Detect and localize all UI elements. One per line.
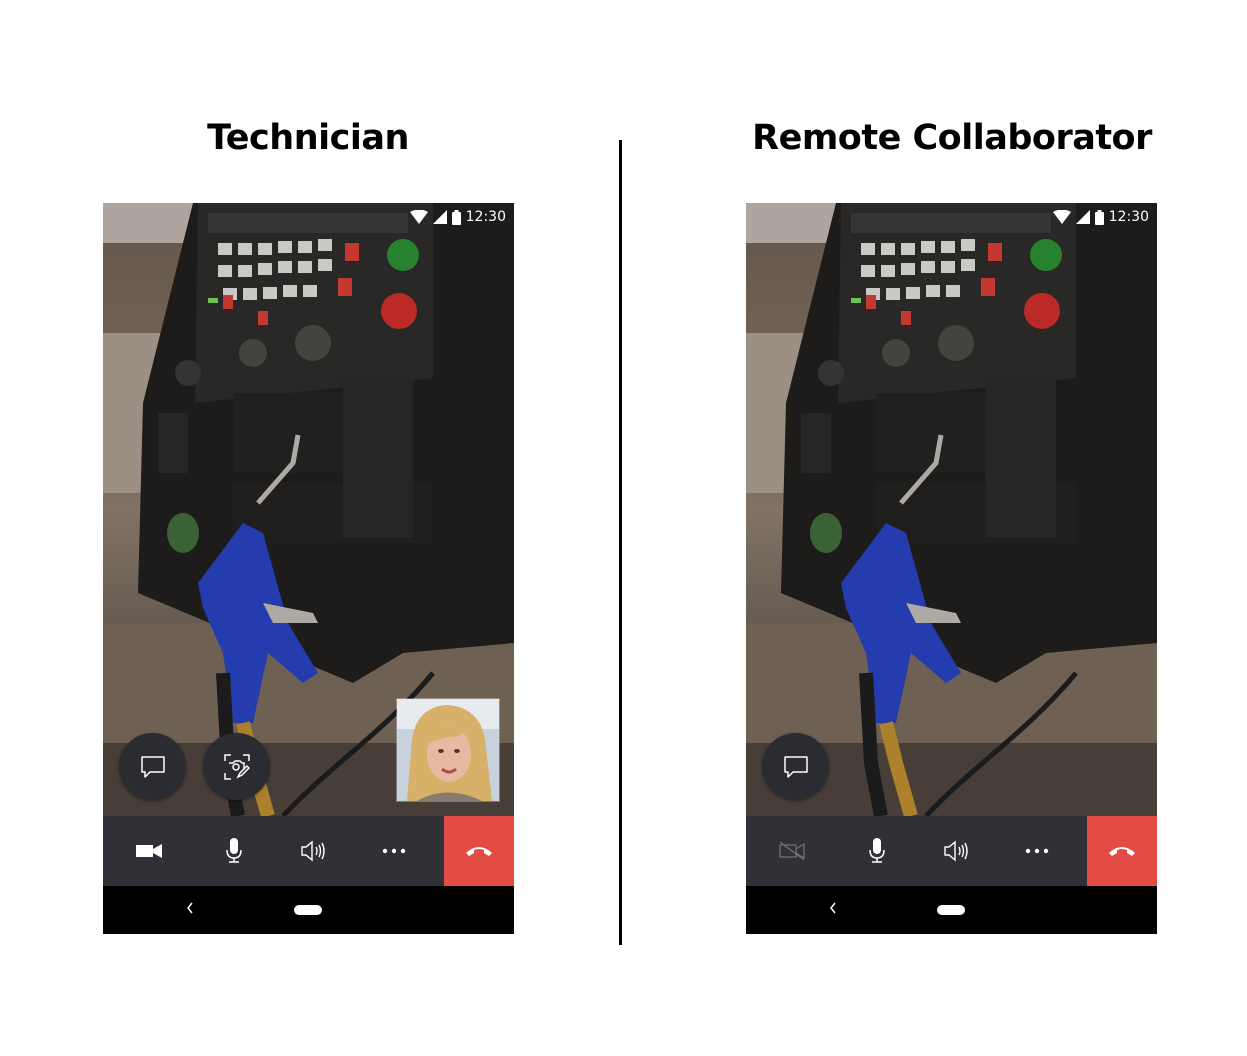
microphone-icon — [869, 838, 885, 863]
battery-icon — [451, 209, 461, 225]
speaker-icon — [301, 840, 325, 862]
battery-icon — [1094, 209, 1104, 225]
video-feed — [746, 203, 1157, 816]
end-call-icon — [466, 847, 492, 856]
end-call-button[interactable] — [444, 816, 514, 886]
end-call-button[interactable] — [1087, 816, 1157, 886]
cell-signal-icon — [432, 210, 447, 224]
technician-heading: Technician — [207, 118, 409, 158]
status-bar: 12:30 — [746, 203, 1157, 231]
home-button[interactable] — [937, 905, 965, 915]
more-options-button[interactable] — [354, 816, 434, 886]
remote-collaborator-phone-screen: 12:30 — [746, 203, 1157, 934]
video-camera-icon — [135, 844, 162, 858]
self-view-video — [397, 699, 499, 801]
home-button[interactable] — [294, 905, 322, 915]
self-view-thumbnail[interactable] — [396, 698, 500, 802]
snapshot-annotate-icon — [223, 753, 250, 780]
remote-collaborator-heading: Remote Collaborator — [752, 118, 1152, 158]
wifi-icon — [1052, 210, 1071, 224]
chat-button[interactable] — [119, 733, 186, 800]
android-nav-bar — [103, 886, 514, 934]
call-controls-bar — [103, 816, 514, 886]
status-bar: 12:30 — [103, 203, 514, 231]
android-nav-bar — [746, 886, 1157, 934]
status-time: 12:30 — [1108, 209, 1149, 225]
microphone-button[interactable] — [837, 816, 917, 886]
divider — [619, 140, 622, 945]
video-toggle-button[interactable] — [746, 816, 837, 886]
chat-icon — [140, 755, 165, 778]
cell-signal-icon — [1075, 210, 1090, 224]
snapshot-annotate-button[interactable] — [203, 733, 270, 800]
status-time: 12:30 — [465, 209, 506, 225]
speaker-icon — [944, 840, 968, 862]
wifi-icon — [409, 210, 428, 224]
microphone-button[interactable] — [194, 816, 274, 886]
technician-phone-screen: 12:30 — [103, 203, 514, 934]
back-icon[interactable] — [185, 900, 195, 916]
end-call-icon — [1109, 847, 1135, 856]
call-controls-bar — [746, 816, 1157, 886]
microphone-icon — [226, 838, 242, 863]
video-toggle-button[interactable] — [103, 816, 194, 886]
more-options-icon — [382, 848, 406, 854]
chat-icon — [783, 755, 808, 778]
more-options-icon — [1025, 848, 1049, 854]
video-camera-off-icon — [778, 841, 805, 861]
chat-button[interactable] — [762, 733, 829, 800]
more-options-button[interactable] — [997, 816, 1077, 886]
speaker-button[interactable] — [917, 816, 997, 886]
back-icon[interactable] — [828, 900, 838, 916]
speaker-button[interactable] — [274, 816, 354, 886]
